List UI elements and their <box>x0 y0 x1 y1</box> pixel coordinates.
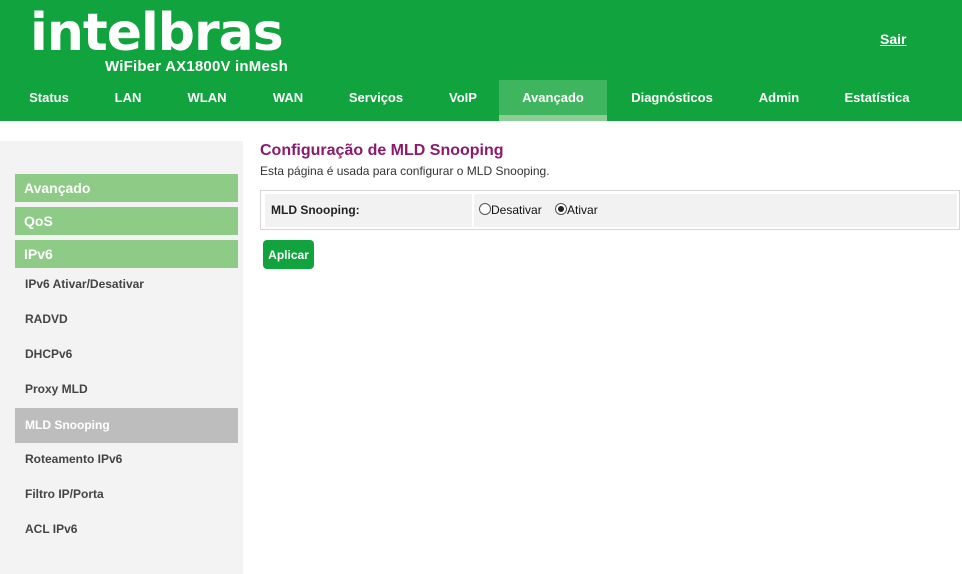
tab-estatistica[interactable]: Estatística <box>833 80 921 121</box>
sidebar: Avançado QoS IPv6 IPv6 Ativar/Desativar … <box>0 141 243 574</box>
sidebar-item-filtro-ip-porta[interactable]: Filtro IP/Porta <box>15 477 238 512</box>
option-ativar-label: Ativar <box>567 203 598 217</box>
mld-snooping-label: MLD Snooping: <box>265 194 472 227</box>
tab-servicos[interactable]: Serviços <box>335 80 417 121</box>
sidebar-group-ipv6[interactable]: IPv6 <box>15 240 238 268</box>
device-model: WiFiber AX1800V inMesh <box>105 58 288 75</box>
page-description: Esta página é usada para configurar o ML… <box>260 164 550 178</box>
sidebar-item-mld-snooping[interactable]: MLD Snooping <box>15 408 238 443</box>
sidebar-item-proxy-mld[interactable]: Proxy MLD <box>15 372 238 407</box>
option-desativar-label: Desativar <box>491 203 542 217</box>
page-title: Configuração de MLD Snooping <box>260 142 504 159</box>
tab-voip[interactable]: VoIP <box>436 80 490 121</box>
radio-ativar[interactable] <box>555 203 568 215</box>
tab-diagnosticos[interactable]: Diagnósticos <box>620 80 724 121</box>
tab-wlan[interactable]: WLAN <box>172 80 242 121</box>
top-navigation: Status LAN WLAN WAN Serviços VoIP Avança… <box>0 80 962 121</box>
sidebar-group-qos[interactable]: QoS <box>15 207 238 235</box>
header-bar: intelbras WiFiber AX1800V inMesh Sair St… <box>0 0 962 121</box>
sidebar-item-radvd[interactable]: RADVD <box>15 302 238 337</box>
sidebar-group-avancado[interactable]: Avançado <box>15 174 238 202</box>
mld-snooping-options: Desativar Ativar <box>474 194 957 227</box>
tab-avancado[interactable]: Avançado <box>499 80 607 121</box>
tab-wan[interactable]: WAN <box>258 80 318 121</box>
tab-lan[interactable]: LAN <box>98 80 158 121</box>
option-ativar[interactable]: Ativar <box>555 194 598 227</box>
apply-button[interactable]: Aplicar <box>263 240 314 269</box>
sidebar-item-acl-ipv6[interactable]: ACL IPv6 <box>15 512 238 547</box>
tab-admin[interactable]: Admin <box>743 80 815 121</box>
option-desativar[interactable]: Desativar <box>479 194 542 227</box>
intelbras-logo: intelbras <box>30 3 284 63</box>
radio-desativar[interactable] <box>479 203 491 215</box>
sidebar-item-dhcpv6[interactable]: DHCPv6 <box>15 337 238 372</box>
logout-link[interactable]: Sair <box>880 31 906 47</box>
tab-status[interactable]: Status <box>12 80 86 121</box>
sidebar-item-roteamento-ipv6[interactable]: Roteamento IPv6 <box>15 442 238 477</box>
sidebar-item-ipv6-ativar-desativar[interactable]: IPv6 Ativar/Desativar <box>15 267 238 302</box>
mld-snooping-form: MLD Snooping: Desativar Ativar <box>260 190 960 230</box>
